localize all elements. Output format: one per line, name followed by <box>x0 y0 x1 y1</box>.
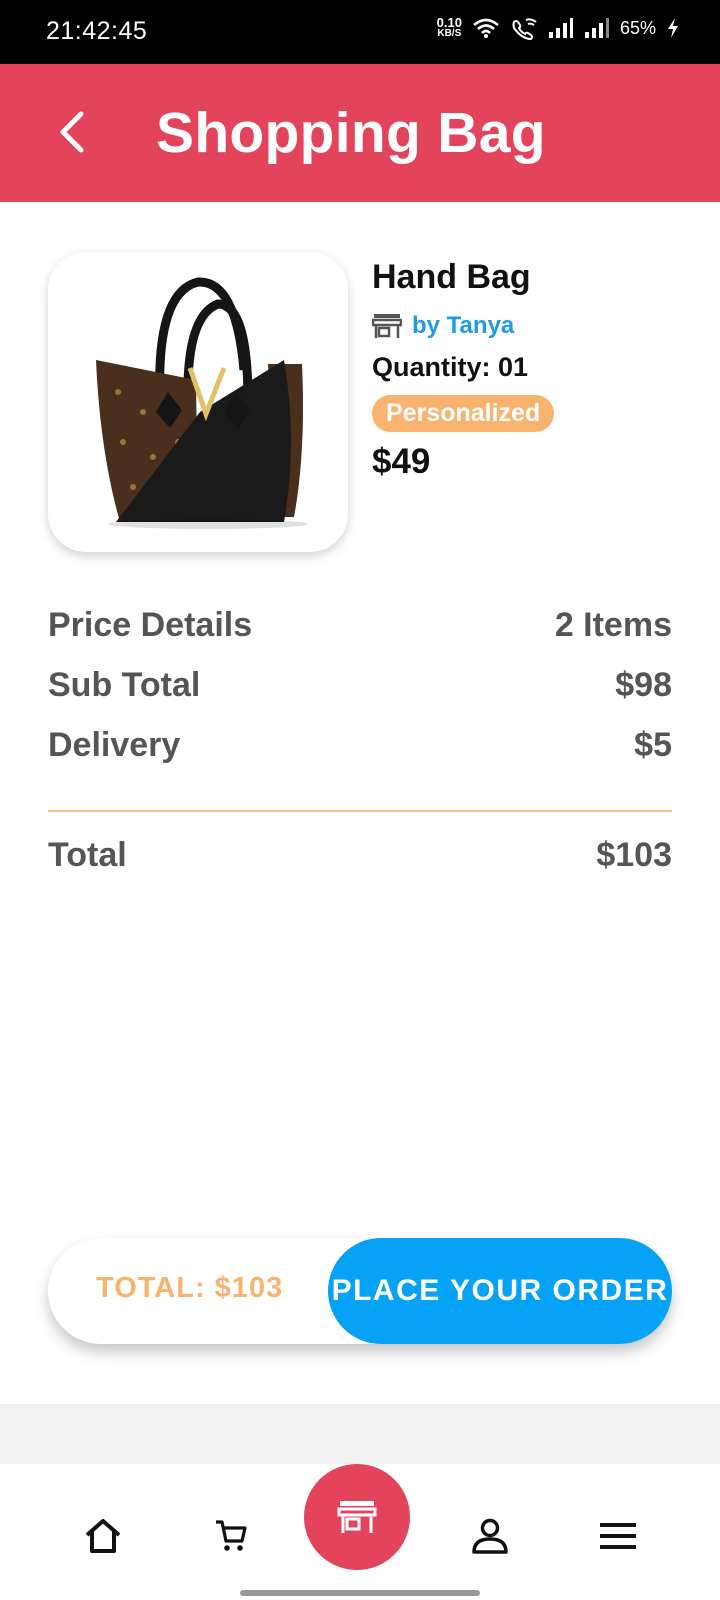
charging-icon <box>668 18 678 38</box>
net-speed: 0.10 KB/S <box>436 15 462 39</box>
menu-icon <box>600 1523 636 1549</box>
wifi-icon <box>473 18 499 38</box>
store-icon <box>337 1501 377 1533</box>
items-count: 2 Items <box>554 606 672 644</box>
back-button[interactable] <box>44 104 100 160</box>
status-time: 21:42:45 <box>46 17 148 45</box>
divider <box>48 810 672 812</box>
signal-icon <box>548 18 573 38</box>
seller-name[interactable]: by Tanya <box>412 312 514 340</box>
gray-band <box>0 1404 720 1464</box>
net-speed-unit: KB/S <box>437 28 462 39</box>
profile-icon <box>472 1518 508 1554</box>
nav-home[interactable] <box>75 1508 131 1564</box>
nav-profile[interactable] <box>462 1508 518 1564</box>
price-details-row: Price Details 2 Items <box>48 606 672 645</box>
price-details-label: Price Details <box>48 606 253 644</box>
quantity-text: Quantity: 01 <box>372 352 529 382</box>
home-indicator[interactable] <box>240 1590 480 1596</box>
back-arrow-icon <box>60 111 84 153</box>
signal-icon <box>584 18 609 38</box>
product-name[interactable]: Hand Bag <box>372 258 682 302</box>
bottom-nav <box>0 1464 720 1600</box>
delivery-label: Delivery <box>48 726 181 764</box>
seller-row[interactable]: by Tanya <box>372 310 682 342</box>
personalized-badge: Personalized <box>372 395 555 432</box>
subtotal-label: Sub Total <box>48 666 201 704</box>
subtotal-row: Sub Total $98 <box>48 666 672 705</box>
delivery-row: Delivery $5 <box>48 726 672 765</box>
status-bar: 21:42:45 0.10 KB/S 65% <box>0 0 720 64</box>
net-speed-value: 0.10 <box>436 15 462 30</box>
delivery-value: $5 <box>634 726 672 764</box>
product-image[interactable] <box>48 252 348 552</box>
app-bar: Shopping Bag <box>0 64 720 202</box>
handbag-image <box>96 277 308 529</box>
total-value: $103 <box>596 836 672 874</box>
product-price: $49 <box>372 442 431 481</box>
place-order-button[interactable]: PLACE YOUR ORDER <box>328 1238 672 1344</box>
product-info: Hand Bag by Tanya Quantity: 01 Personali… <box>372 258 682 482</box>
total-row: Total $103 <box>48 836 672 875</box>
nav-menu[interactable] <box>590 1508 646 1564</box>
cart-icon <box>216 1520 247 1551</box>
page-title: Shopping Bag <box>156 101 546 165</box>
subtotal-value: $98 <box>615 666 672 704</box>
battery-percent: 65% <box>619 17 656 38</box>
order-bar: TOTAL: $103 PLACE YOUR ORDER <box>48 1238 672 1344</box>
nav-cart[interactable] <box>203 1508 259 1564</box>
total-label: Total <box>48 836 127 874</box>
nav-store[interactable] <box>304 1464 410 1570</box>
status-icons: 0.10 KB/S 65% <box>437 16 680 40</box>
order-total: TOTAL: $103 <box>96 1272 284 1304</box>
home-icon <box>85 1519 121 1553</box>
wifi-calling-icon <box>512 18 537 40</box>
store-icon <box>372 314 402 338</box>
